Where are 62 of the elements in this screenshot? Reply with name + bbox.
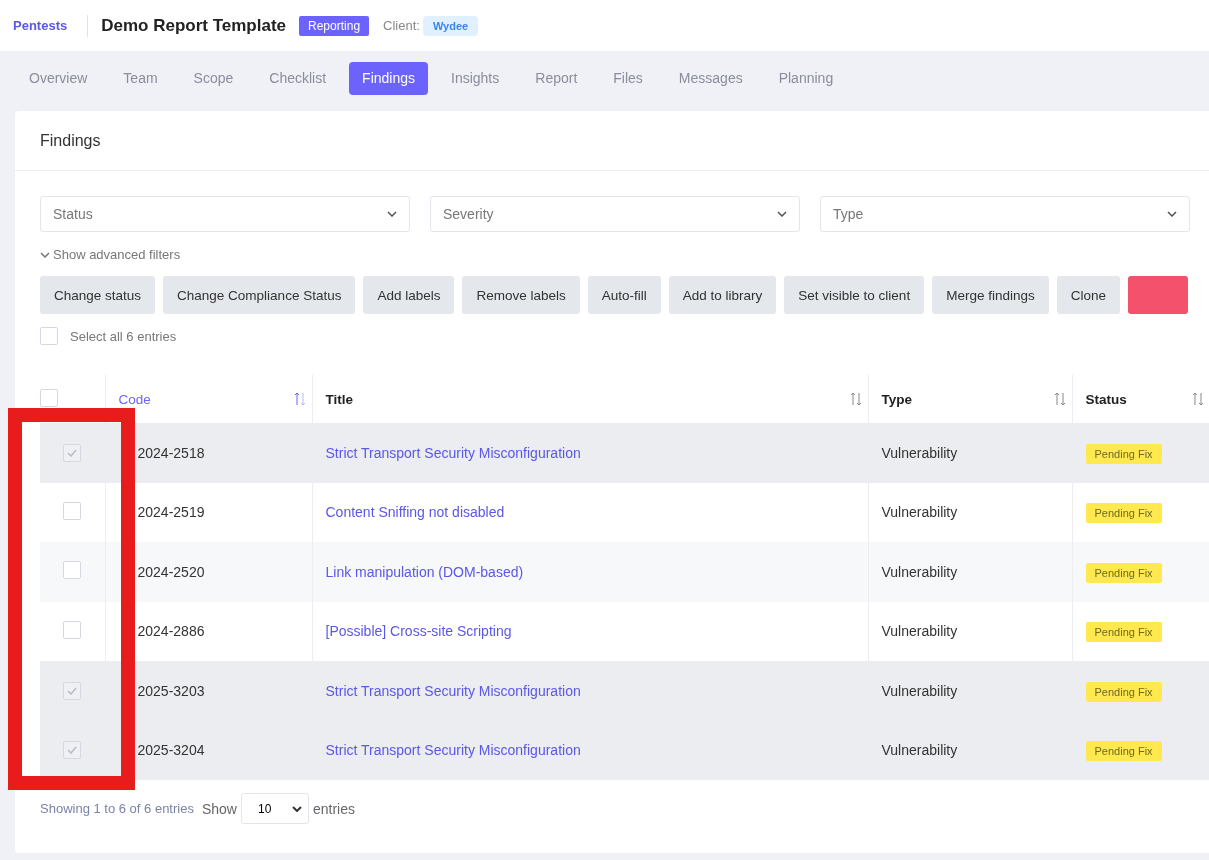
show-label: Show [201,800,237,817]
status-badge: Pending Fix [1085,503,1162,524]
status-badge: Pending Fix [1085,681,1162,702]
table-cell: 2024-2518 [137,444,205,461]
page-size-dropdown[interactable]: 10 [240,793,309,824]
action-button[interactable]: Change Compliance Status [163,276,356,314]
finding-link[interactable]: [Possible] Cross-site Scripting [325,623,512,640]
column-header[interactable]: Code [118,391,151,407]
action-button[interactable]: Remove labels [462,276,580,314]
action-button[interactable]: Add to library [668,276,777,314]
action-button[interactable]: Change status [40,276,156,314]
table-cell: 2024-2886 [137,623,205,640]
finding-link[interactable]: Strict Transport Security Misconfiguration [325,742,581,759]
finding-link[interactable]: Content Sniffing not disabled [325,504,505,521]
filter-dropdown[interactable]: Severity [430,196,800,232]
finding-link[interactable]: Strict Transport Security Misconfiguration [325,444,581,461]
nav-tab[interactable]: Messages [665,62,756,95]
finding-link[interactable]: Strict Transport Security Misconfiguration [325,682,581,699]
table-cell: Vulnerability [881,504,958,521]
column-header[interactable]: Type [881,391,912,407]
table-cell: Vulnerability [881,444,958,461]
status-badge: Pending Fix [1085,562,1162,583]
table-cell: 2025-3204 [137,742,205,759]
action-button[interactable]: Auto-fill [587,276,661,314]
card-title: Findings [40,131,101,150]
nav-tab[interactable]: Scope [180,62,247,95]
action-button[interactable]: Set visible to client [784,276,925,314]
filter-dropdown[interactable]: Status [40,196,410,232]
page-title: Demo Report Template [101,15,287,36]
action-button[interactable]: Add labels [363,276,455,314]
table-cell: Vulnerability [881,563,958,580]
nav-tab[interactable]: Insights [438,62,513,95]
nav-tab[interactable]: Checklist [256,62,340,95]
client-label: Client: [383,18,420,33]
nav-tab[interactable]: Overview [16,62,101,95]
table-cell: Vulnerability [881,682,958,699]
breadcrumb-link[interactable]: Pentests [13,18,68,33]
status-badge: Pending Fix [1085,741,1162,762]
client-badge: Wydee [422,15,479,36]
table-cell: 2024-2520 [137,563,205,580]
table-cell: Vulnerability [881,623,958,640]
nav-tab[interactable]: Team [110,62,171,95]
advanced-filters-toggle[interactable]: Show advanced filters [40,247,181,262]
table-cell: 2024-2519 [137,504,205,521]
column-header[interactable]: Title [325,391,353,407]
select-all-label: Select all 6 entries [70,328,177,344]
table-cell: 2025-3203 [137,682,205,699]
entries-label: entries [312,800,355,817]
table-cell: Vulnerability [881,742,958,759]
nav-tab[interactable]: Files [600,62,656,95]
action-button[interactable]: Clone [1056,276,1120,314]
finding-link[interactable]: Link manipulation (DOM-based) [325,563,524,580]
nav-tab[interactable]: Findings [349,62,428,95]
phase-badge: Reporting [299,15,370,36]
column-header[interactable]: Status [1085,391,1127,407]
action-button[interactable]: Merge findings [932,276,1049,314]
filter-dropdown[interactable]: Type [820,196,1190,232]
nav-tab[interactable]: Report [522,62,591,95]
status-badge: Pending Fix [1085,443,1162,464]
status-badge: Pending Fix [1085,622,1162,643]
nav-tab[interactable]: Planning [765,62,847,95]
entries-info: Showing 1 to 6 of 6 entries [40,801,194,816]
